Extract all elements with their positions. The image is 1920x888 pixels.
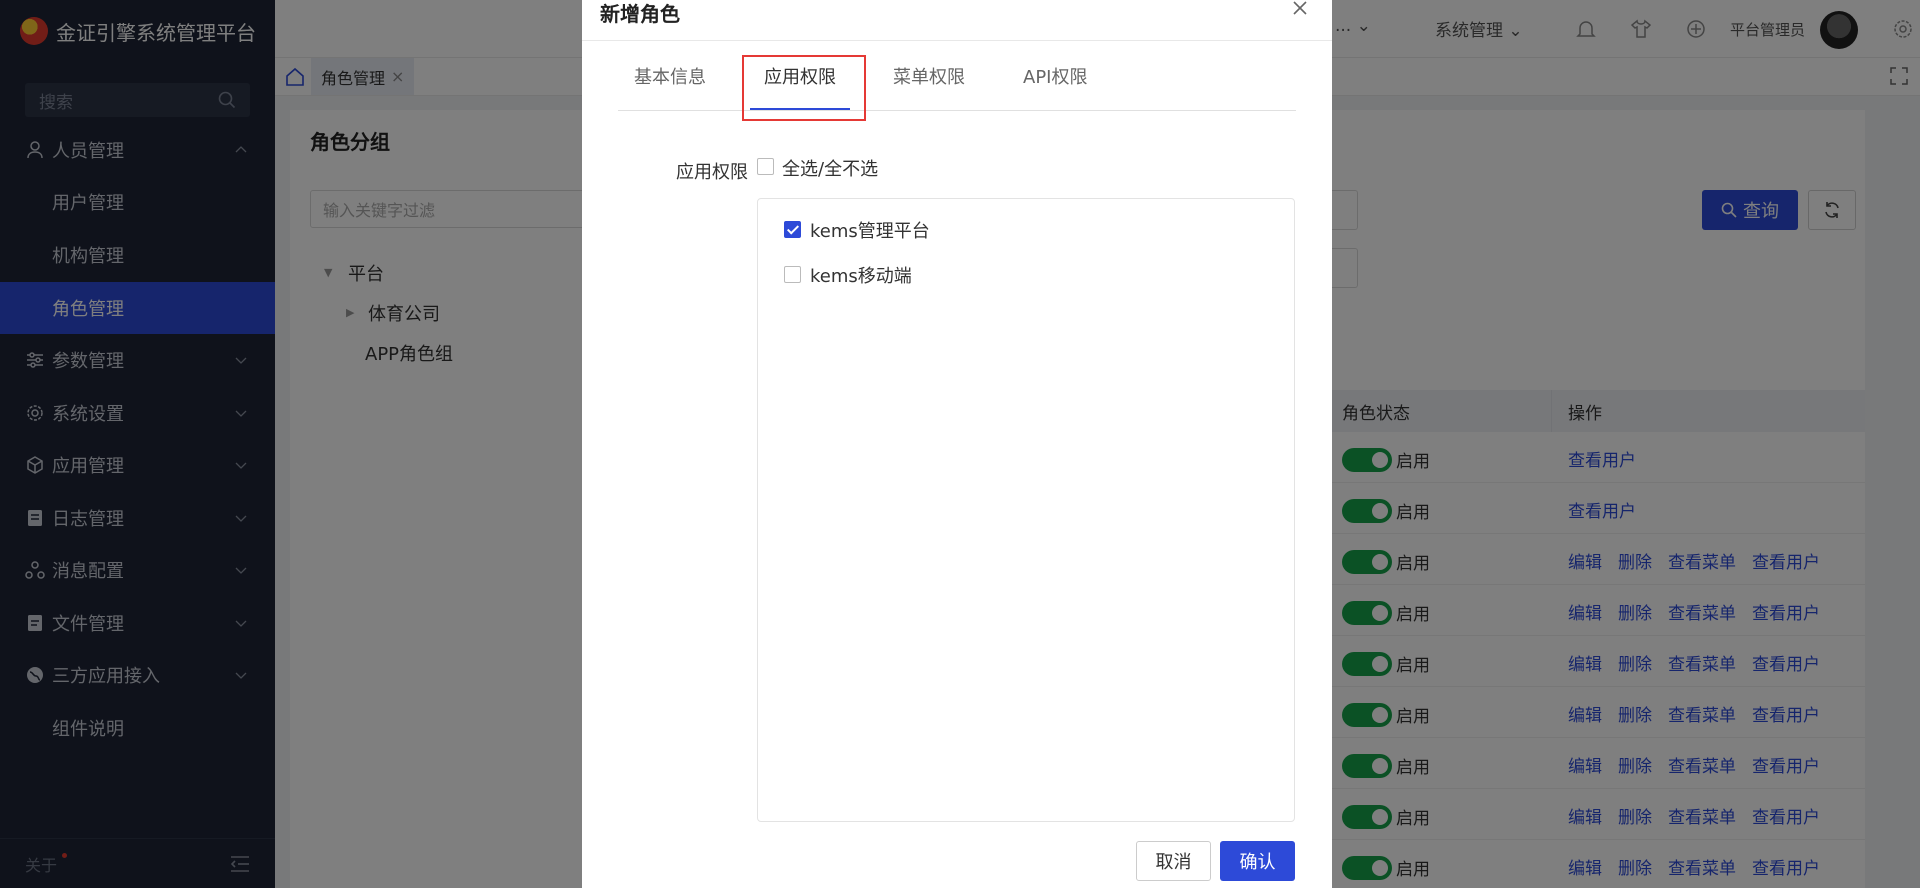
dialog-title: 新增角色	[600, 2, 680, 26]
select-all-checkbox[interactable]	[757, 158, 774, 175]
divider	[582, 40, 1332, 41]
app-list: kems管理平台 kems移动端	[757, 198, 1295, 822]
app-label-kems-mobile[interactable]: kems移动端	[810, 262, 912, 288]
tab-underline	[618, 110, 1296, 111]
add-role-dialog: 新增角色 基本信息 应用权限 菜单权限 API权限 应用权限 全选/全不选 ke…	[582, 0, 1332, 888]
app-permissions-label: 应用权限	[676, 162, 748, 183]
tab-basic-info[interactable]: 基本信息	[634, 63, 706, 89]
select-all-label[interactable]: 全选/全不选	[782, 155, 878, 181]
tab-menu-permissions[interactable]: 菜单权限	[893, 63, 965, 89]
close-icon[interactable]	[1290, 0, 1310, 18]
tab-api-permissions[interactable]: API权限	[1023, 63, 1087, 89]
app-checkbox-kems-admin[interactable]	[784, 221, 801, 238]
highlight-box	[742, 55, 866, 121]
app-checkbox-kems-mobile[interactable]	[784, 266, 801, 283]
app-label-kems-admin[interactable]: kems管理平台	[810, 217, 930, 243]
cancel-button[interactable]: 取消	[1136, 841, 1211, 881]
confirm-button[interactable]: 确认	[1220, 841, 1295, 881]
